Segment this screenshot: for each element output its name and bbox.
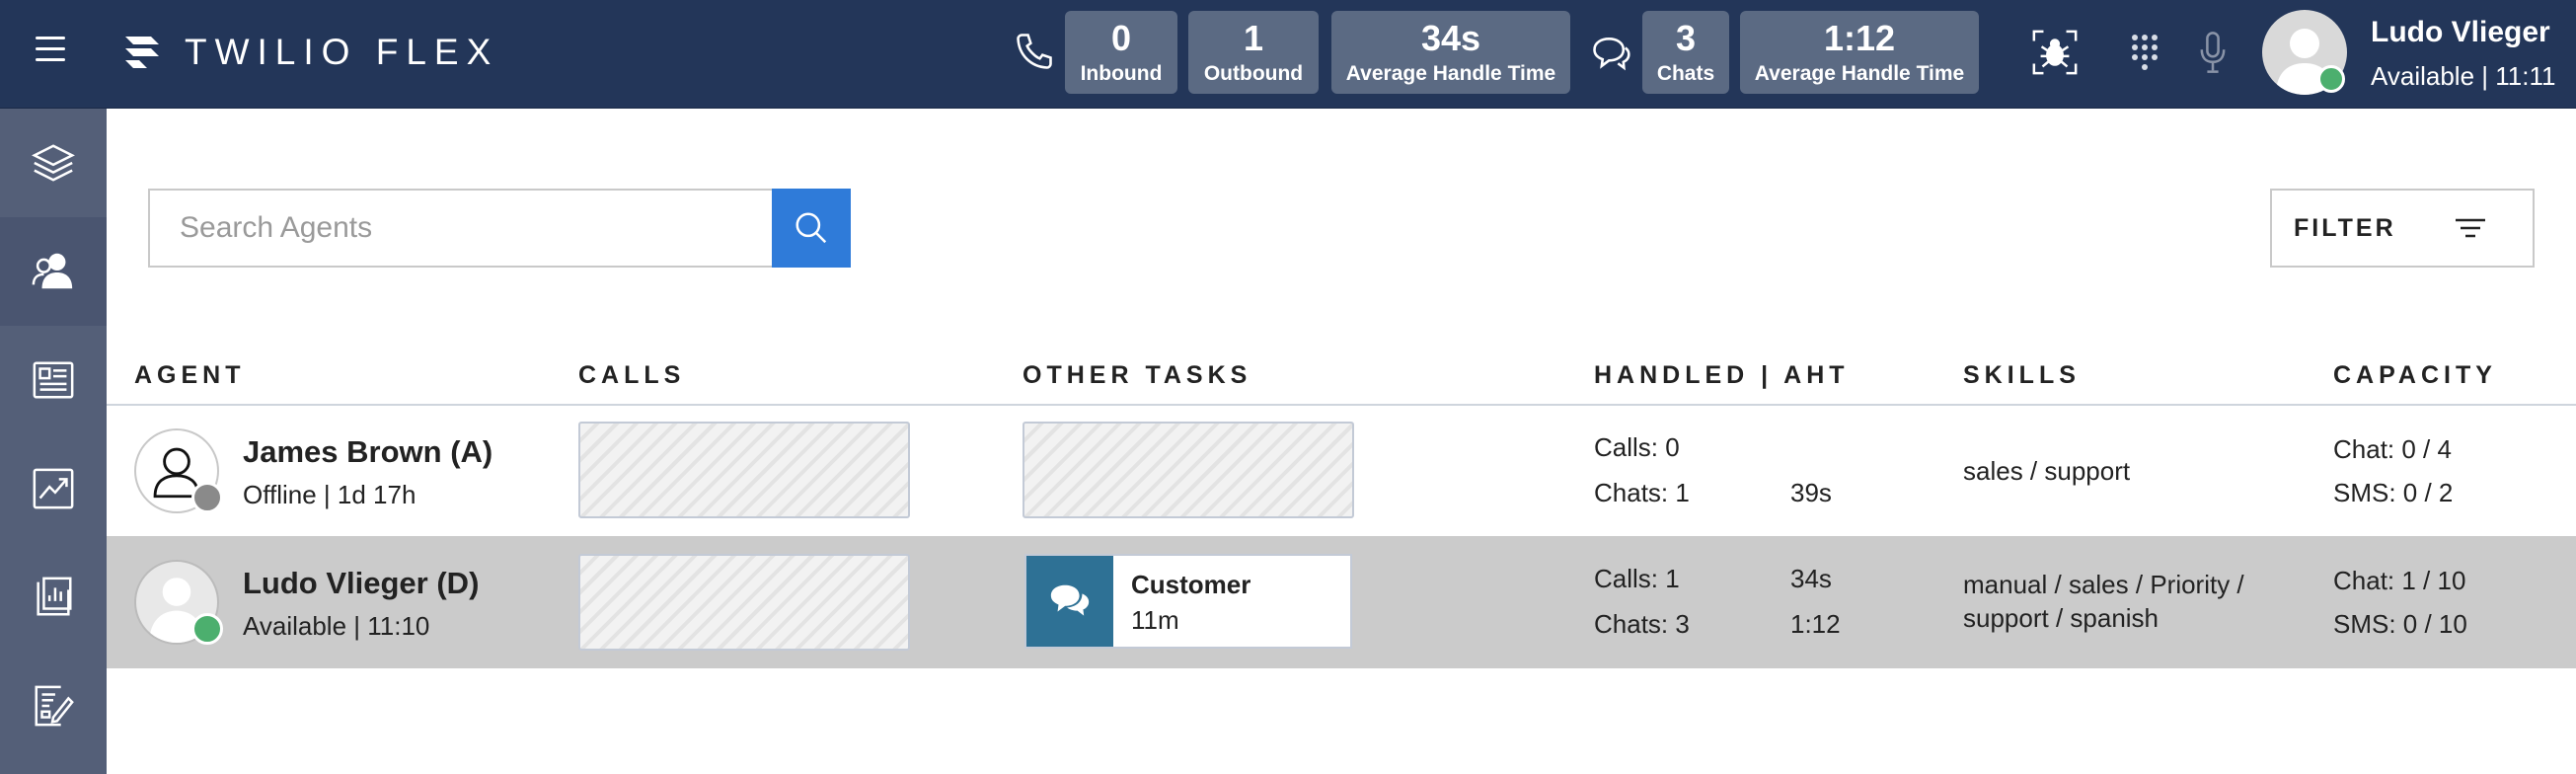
microphone-icon[interactable] (2199, 30, 2227, 80)
filter-button[interactable]: FILTER (2270, 189, 2535, 268)
task-time: 11m (1131, 605, 1179, 635)
chat-aht-label: Average Handle Time (1754, 62, 1965, 85)
capacity-sms: SMS: 0 / 2 (2333, 478, 2454, 507)
calls-empty-slot (578, 554, 910, 651)
top-bar: TWILIO FLEX 0 Inbound 1 Outbound 34s Ave… (0, 0, 2576, 109)
phone-icon (1013, 30, 1056, 78)
agents-icon (32, 253, 73, 289)
task-list-icon (33, 361, 74, 399)
capacity-chat: Chat: 1 / 10 (2333, 566, 2466, 595)
column-header-skills[interactable]: SKILLS (1963, 361, 2081, 390)
agent-name: Ludo Vlieger (D) (243, 566, 480, 600)
capacity-chat: Chat: 0 / 4 (2333, 434, 2452, 464)
column-header-calls[interactable]: CALLS (578, 361, 685, 390)
handled-calls: Calls: 1 (1594, 564, 1680, 593)
brand-logo: TWILIO FLEX (121, 28, 498, 77)
user-presence-dot (2317, 65, 2345, 93)
user-name: Ludo Vlieger (2371, 16, 2550, 48)
flex-logo-icon (125, 37, 159, 68)
sidebar-item-agents[interactable] (0, 217, 107, 326)
user-status: Available | 11:11 (2371, 61, 2556, 91)
task-card[interactable]: Customer 11m (1024, 554, 1352, 649)
filter-icon (2456, 218, 2485, 238)
chat-aht-stat: 1:12 Average Handle Time (1740, 11, 1979, 94)
agent-presence-dot (191, 613, 223, 645)
agent-name: James Brown (A) (243, 434, 493, 469)
voice-aht-stat: 34s Average Handle Time (1331, 11, 1570, 94)
capacity-sms: SMS: 0 / 10 (2333, 609, 2467, 639)
layers-icon (32, 144, 75, 182)
sidebar-item-notes[interactable] (0, 652, 107, 760)
column-header-other-tasks[interactable]: OTHER TASKS (1023, 361, 1251, 390)
filter-label: FILTER (2294, 213, 2396, 242)
agent-skills-line-1: manual / sales / Priority / (1963, 570, 2244, 599)
sidebar (0, 109, 107, 774)
handled-chats: Chats: 3 (1594, 609, 1690, 639)
chats-stat: 3 Chats (1642, 11, 1729, 94)
aht-chats: 1:12 (1790, 609, 1841, 639)
inbound-stat: 0 Inbound (1065, 11, 1177, 94)
voice-aht-label: Average Handle Time (1345, 62, 1556, 85)
menu-icon[interactable] (36, 37, 65, 66)
chat-task-icon (1026, 556, 1113, 647)
inbound-value: 0 (1110, 18, 1132, 58)
aht-calls: 34s (1790, 564, 1832, 593)
debugger-icon[interactable] (2030, 28, 2080, 82)
dashboard-icon (37, 577, 72, 616)
table-row[interactable]: James Brown (A) Offline | 1d 17h Calls: … (107, 405, 2576, 537)
search-button[interactable] (772, 189, 851, 268)
outbound-value: 1 (1243, 18, 1264, 58)
handled-calls: Calls: 0 (1594, 432, 1680, 462)
chats-label: Chats (1656, 62, 1715, 85)
voice-aht-value: 34s (1420, 18, 1481, 58)
column-header-agent[interactable]: AGENT (134, 361, 246, 390)
task-title: Customer (1131, 570, 1251, 599)
calls-empty-slot (578, 422, 910, 518)
outbound-stat: 1 Outbound (1188, 11, 1319, 94)
sidebar-item-dashboards[interactable] (0, 543, 107, 652)
column-header-handled-aht[interactable]: HANDLED | AHT (1594, 361, 1850, 390)
dialpad-icon[interactable] (2130, 33, 2159, 77)
table-row[interactable]: Ludo Vlieger (D) Available | 11:10 Custo… (107, 536, 2576, 668)
sidebar-item-layers[interactable] (0, 109, 107, 217)
agent-skills: sales / support (1963, 456, 2131, 486)
agent-presence-dot (191, 482, 223, 513)
handled-chats: Chats: 1 (1594, 478, 1690, 507)
inbound-label: Inbound (1080, 62, 1163, 85)
aht-chats: 39s (1790, 478, 1832, 507)
agent-status: Offline | 1d 17h (243, 480, 417, 509)
edit-note-icon (35, 685, 74, 727)
tasks-empty-slot (1023, 422, 1354, 518)
sidebar-item-analytics[interactable] (0, 434, 107, 543)
search-icon (796, 212, 827, 244)
agent-status: Available | 11:10 (243, 611, 430, 641)
outbound-label: Outbound (1203, 62, 1304, 85)
brand-name: TWILIO FLEX (185, 32, 499, 72)
analytics-icon (33, 468, 74, 509)
agent-skills-line-2: support / spanish (1963, 603, 2159, 633)
chat-icon (1589, 32, 1632, 80)
column-header-capacity[interactable]: CAPACITY (2333, 361, 2497, 390)
sidebar-item-tasks[interactable] (0, 326, 107, 434)
chats-value: 3 (1675, 18, 1697, 58)
chat-aht-value: 1:12 (1823, 18, 1896, 58)
search-agents-input[interactable] (148, 189, 772, 268)
